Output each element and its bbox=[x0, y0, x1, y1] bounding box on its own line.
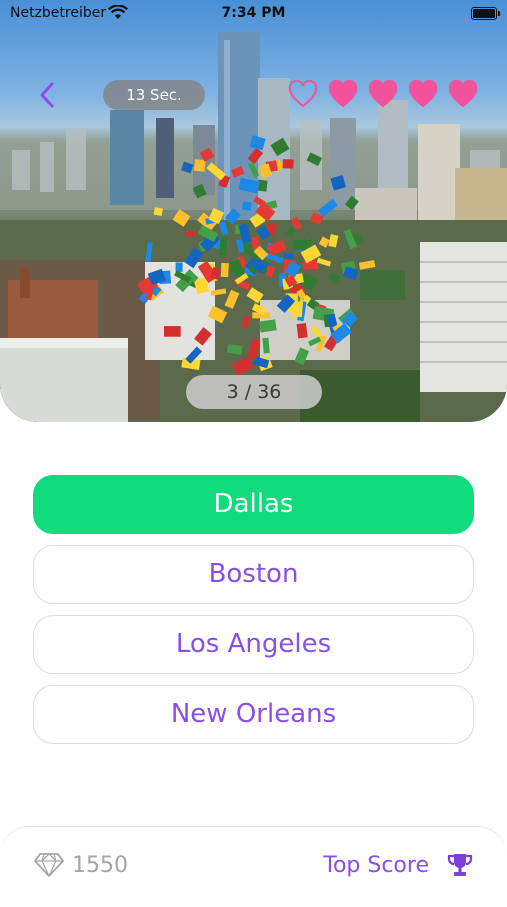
lives-indicator bbox=[288, 79, 478, 111]
city-skyline-illustration bbox=[0, 32, 507, 422]
confetti-piece bbox=[259, 319, 277, 333]
bottom-bar: 1550 Top Score bbox=[0, 826, 507, 907]
confetti-piece bbox=[185, 230, 197, 238]
chevron-left-icon bbox=[40, 82, 54, 108]
answer-option-1[interactable]: Dallas bbox=[33, 475, 474, 534]
heart-full-icon bbox=[328, 79, 358, 108]
question-counter: 3 / 36 bbox=[186, 375, 322, 409]
answer-option-4[interactable]: New Orleans bbox=[33, 685, 474, 744]
confetti-piece bbox=[175, 262, 183, 272]
countdown-timer: 13 Sec. bbox=[103, 80, 205, 110]
top-score-label: Top Score bbox=[323, 852, 429, 878]
diamond-icon bbox=[34, 853, 64, 877]
status-bar: Netzbetreiber 7:34 PM bbox=[0, 0, 507, 28]
clock: 7:34 PM bbox=[221, 5, 286, 21]
trophy-icon bbox=[447, 854, 473, 876]
answer-option-3[interactable]: Los Angeles bbox=[33, 615, 474, 674]
confetti-piece bbox=[296, 322, 308, 339]
top-score-button[interactable]: Top Score bbox=[323, 849, 473, 881]
confetti-piece bbox=[303, 260, 319, 270]
gem-balance: 1550 bbox=[34, 851, 128, 879]
confetti-piece bbox=[282, 159, 294, 169]
confetti-piece bbox=[283, 253, 294, 259]
confetti-piece bbox=[220, 262, 229, 278]
heart-full-icon bbox=[368, 79, 398, 108]
heart-empty-icon bbox=[288, 79, 318, 108]
confetti-piece bbox=[193, 159, 206, 172]
back-button[interactable] bbox=[34, 80, 62, 110]
confetti-piece bbox=[164, 326, 181, 337]
confetti-piece bbox=[153, 207, 163, 217]
gem-count: 1550 bbox=[72, 852, 128, 878]
heart-full-icon bbox=[448, 79, 478, 108]
answer-option-2[interactable]: Boston bbox=[33, 545, 474, 604]
confetti-piece bbox=[241, 201, 252, 211]
answer-list: Dallas Boston Los Angeles New Orleans bbox=[33, 475, 474, 755]
battery-icon bbox=[471, 7, 500, 20]
city-photo bbox=[0, 0, 507, 422]
heart-full-icon bbox=[408, 79, 438, 108]
